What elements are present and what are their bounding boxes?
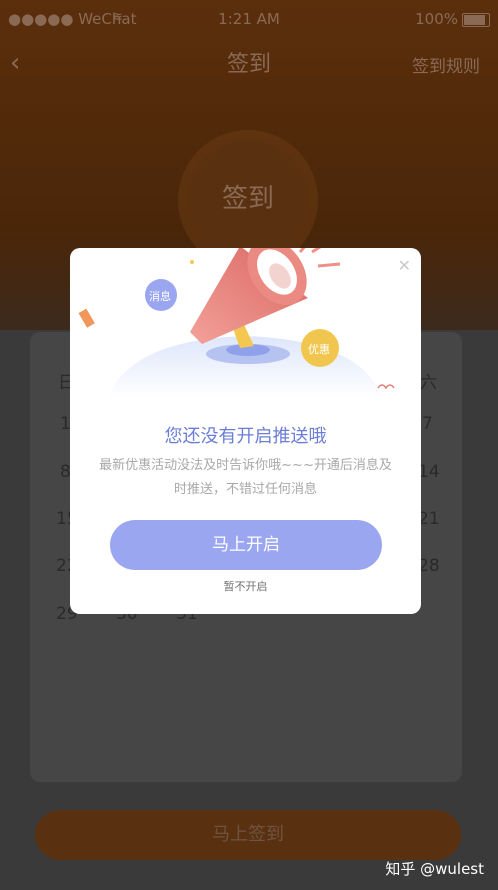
enable-push-button[interactable]: 马上开启 <box>110 520 382 570</box>
message-badge: 消息 <box>149 290 171 303</box>
status-bar: ●●●●● WeChat ≋ 1:21 AM 100% <box>0 0 498 38</box>
sign-in-circle[interactable]: 签到 <box>188 140 308 260</box>
watermark: 知乎 @wulest <box>385 860 484 878</box>
battery-icon <box>462 13 490 27</box>
skip-link[interactable]: 暂不开启 <box>70 578 421 594</box>
calendar-day[interactable]: 28 <box>418 556 440 576</box>
dialog-description: 最新优惠活动没法及时告诉你哦~~~开通后消息及时推送，不错过任何消息 <box>99 458 392 497</box>
dialog-title: 您还没有开启推送哦 <box>164 426 327 447</box>
sign-in-now-button[interactable]: 马上签到 <box>35 810 461 860</box>
push-permission-dialog: 消息 优惠 ✕ 您还没有开启推送哦 最新优惠活动没法及时告诉你哦~~~开通后消息… <box>70 248 421 614</box>
battery-percent: 100% <box>415 10 458 28</box>
sign-in-circle-label: 签到 <box>221 184 274 214</box>
discount-badge: 优惠 <box>308 343 330 356</box>
calendar-day[interactable]: 7 <box>422 414 433 434</box>
megaphone-illustration <box>78 248 395 398</box>
close-icon[interactable]: ✕ <box>398 256 411 275</box>
calendar-day[interactable]: 14 <box>418 462 440 482</box>
weekday-sat: 六 <box>420 373 437 393</box>
calendar-day[interactable]: 21 <box>418 509 440 529</box>
sign-rules-link[interactable]: 签到规则 <box>412 52 480 77</box>
